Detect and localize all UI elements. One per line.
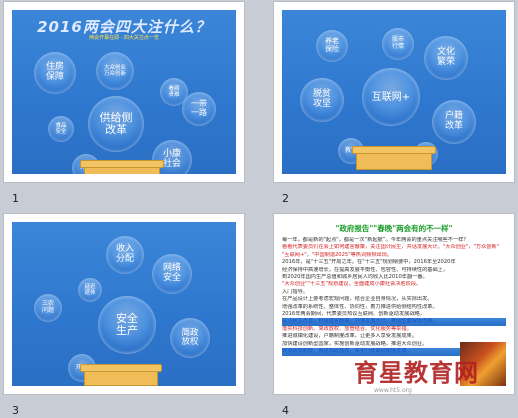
doc-line: 到2020年国内生产总值和城乡居民人均收入比2010年翻一番。 — [282, 274, 428, 281]
doc-line: 每一年，都是新的"起点"，都是一次“新起航”。今年两会的重点关注哪些不一样？ — [282, 237, 469, 243]
watermark-url: www.ht5.org — [374, 387, 412, 394]
bubble-employment: 大众创业 万众创新 — [96, 52, 134, 90]
bubble-housing: 住房 保障 — [34, 52, 76, 94]
slide-thumbnail-3[interactable]: 收入 分配 网络 安全 延迟 退休 三农 问题 安全 生产 简政 放权 环境 — [4, 214, 244, 394]
slide-2-canvas: 养老 保险 股市 行情 文化 繁荣 脱贫 攻坚 互联网+ 户籍 改革 教育 财税 — [282, 10, 506, 174]
slide-3-canvas: 收入 分配 网络 安全 延迟 退休 三农 问题 安全 生产 简政 放权 环境 — [12, 222, 236, 386]
doc-line: 落实科技创新、简政放权、放管结合、优化服务等举措。 — [282, 325, 412, 332]
doc-title: "政府报告""春晚"两会有的不一样" — [335, 224, 453, 233]
bubble-stock: 股市 行情 — [382, 28, 414, 60]
doc-line: "大众创业""十三五"规划建议，全面建成小康社会决胜阶段。 — [282, 281, 422, 288]
doc-line: 入门指导。 — [282, 288, 308, 295]
bubble-internet: 互联网+ — [362, 68, 420, 126]
doc-line: 2016年两会期间，代表委员热议互联网、创新驱动发展战略， — [282, 311, 425, 318]
doc-line: "互联网+"，"中国制造2025"等热词频频出现。 — [282, 251, 393, 258]
slide-thumbnail-2[interactable]: 养老 保险 股市 行情 文化 繁荣 脱贫 攻坚 互联网+ 户籍 改革 教育 财税 — [274, 2, 514, 182]
slide-subtitle: 两会开幕在即 · 四大关注点一览 — [89, 35, 159, 41]
slide-number-2: 2 — [282, 192, 289, 205]
doc-line: 2016年，是"十三五"开局之年。在"十三五"规划纲要中，2016年至2020年 — [282, 259, 456, 266]
watermark-logo: 育星教育网 — [354, 358, 479, 387]
ballot-box — [352, 146, 436, 170]
ballot-box — [80, 364, 162, 386]
bubble-poverty: 脱贫 攻坚 — [300, 78, 344, 122]
ballot-box — [80, 160, 164, 174]
doc-line: 经济保持中高速增长，在提高发展平衡性、包容性、可持续性的基础上， — [282, 266, 449, 273]
bubble-food: 食品 安全 — [48, 116, 74, 142]
slide-thumbnail-1[interactable]: 2016两会四大注什么？ 两会开幕在即 · 四大关注点一览 住房 保障 大众创业… — [4, 2, 244, 182]
doc-line: 推进城镇化建设，户籍制度改革，让更多人享受发展成果。 — [282, 333, 417, 340]
bubble-sannong: 三农 问题 — [34, 294, 62, 322]
bubble-safety: 安全 生产 — [98, 296, 156, 354]
bubble-medicare: 养老 保险 — [316, 30, 348, 62]
bubble-admin: 简政 放权 — [170, 318, 210, 358]
bubble-supply: 供给侧 改革 — [88, 96, 144, 152]
bubble-cyber: 网络 安全 — [152, 254, 192, 294]
bubble-hukou: 户籍 改革 — [432, 100, 476, 144]
doc-line: 关注民生改善，积极建言献策，共谋发展大计，推动全面深化改革。 — [282, 318, 506, 326]
slide-number-3: 3 — [12, 404, 19, 417]
bubble-income: 收入 分配 — [106, 236, 144, 274]
doc-line: 增强改革的系统性、整体性、协同性，着力推进供给侧结构性改革。 — [282, 303, 438, 310]
bubble-pension: 延迟 退休 — [78, 278, 102, 302]
slide-number-4: 4 — [282, 404, 289, 417]
bubble-culture: 文化 繁荣 — [424, 36, 468, 80]
slide-thumbnail-4[interactable]: "政府报告""春晚"两会有的不一样" 每一年，都是新的"起点"，都是一次“新起航… — [274, 214, 514, 394]
doc-line: 看看代表委员们在会上如何建言献策，关注国计民生，共话发展大计。"大众创业"，"万… — [282, 244, 500, 251]
doc-line: 在产品设计上要考虑宏观问题，结合企业自身情况，从实际出发。 — [282, 296, 433, 303]
bubble-beltroad: 一带 一路 — [182, 92, 216, 126]
slide-1-canvas: 2016两会四大注什么？ 两会开幕在即 · 四大关注点一览 住房 保障 大众创业… — [12, 10, 236, 174]
slide-number-1: 1 — [12, 192, 19, 205]
doc-body: 每一年，都是新的"起点"，都是一次“新起航”。今年两会的重点关注哪些不一样？ 看… — [282, 237, 506, 356]
